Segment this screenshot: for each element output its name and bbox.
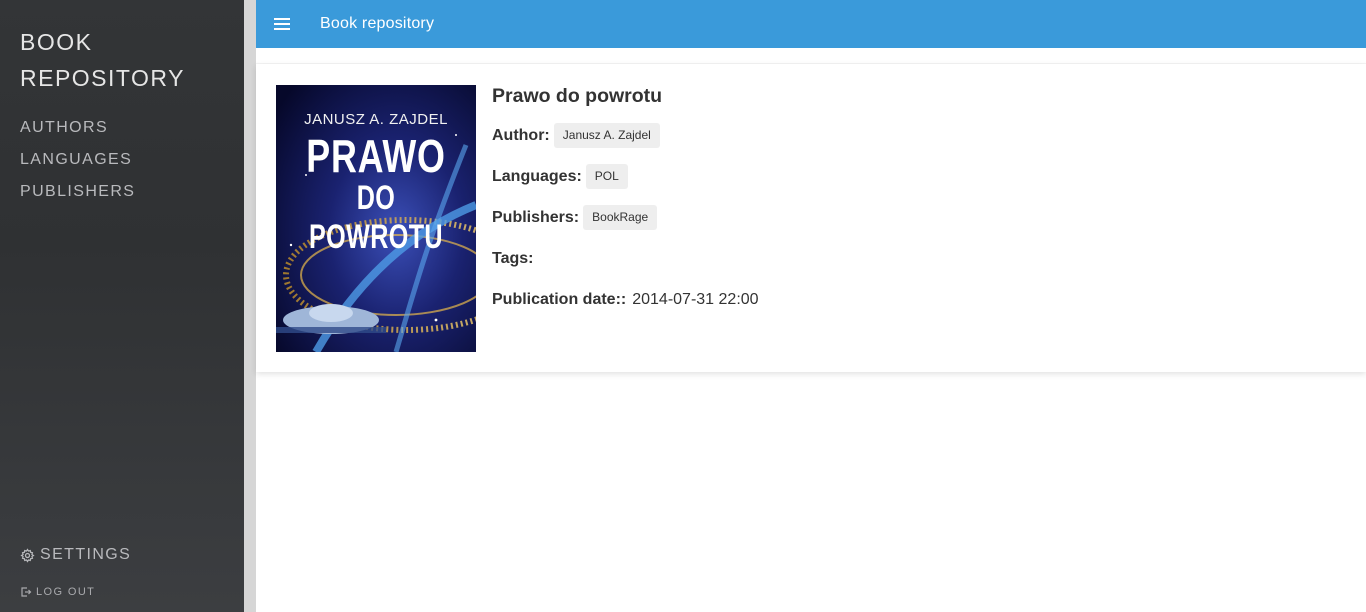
cover-author-text: JANUSZ A. ZAJDEL [304, 111, 448, 128]
publisher-chip[interactable]: BookRage [583, 205, 658, 230]
top-app-bar: Book repository [256, 0, 1366, 48]
sidebar-nav: AUTHORS LANGUAGES PUBLISHERS [20, 112, 135, 208]
main-content: JANUSZ A. ZAJDEL PRAWO DO POWROTU Prawo … [256, 48, 1366, 612]
publishers-row: Publishers: BookRage [492, 204, 759, 231]
sidebar-item-publishers[interactable]: PUBLISHERS [20, 176, 135, 208]
settings-link[interactable]: SETTINGS [20, 546, 131, 564]
logout-link[interactable]: LOG OUT [20, 586, 95, 598]
menu-button[interactable] [256, 0, 308, 48]
logout-icon [20, 586, 32, 598]
author-row: Author: Janusz A. Zajdel [492, 122, 759, 149]
author-chip[interactable]: Janusz A. Zajdel [553, 123, 660, 148]
tags-label: Tags: [492, 249, 534, 267]
gear-icon [20, 547, 35, 563]
sidebar-divider [244, 0, 256, 612]
tags-row: Tags: [492, 245, 759, 272]
sidebar: BOOK REPOSITORY AUTHORS LANGUAGES PUBLIS… [0, 0, 244, 612]
book-card: JANUSZ A. ZAJDEL PRAWO DO POWROTU Prawo … [256, 64, 1366, 372]
settings-label: SETTINGS [40, 546, 132, 563]
language-chip[interactable]: POL [585, 164, 628, 189]
brand-title[interactable]: BOOK REPOSITORY [20, 24, 220, 96]
author-label: Author: [492, 126, 550, 144]
book-title: Prawo do powrotu [492, 85, 663, 107]
cover-title-line1: PRAWO [306, 130, 446, 182]
sidebar-item-authors[interactable]: AUTHORS [20, 112, 135, 144]
publication-date-value: 2014-07-31 22:00 [632, 290, 759, 308]
book-cover-image: JANUSZ A. ZAJDEL PRAWO DO POWROTU [276, 85, 476, 352]
logout-label: LOG OUT [36, 586, 96, 598]
languages-label: Languages: [492, 167, 582, 185]
hamburger-icon [274, 18, 290, 30]
publishers-label: Publishers: [492, 208, 580, 226]
cover-title-line2: DO POWROTU [309, 179, 443, 256]
publication-date-label: Publication date:: [492, 290, 627, 308]
languages-row: Languages: POL [492, 163, 759, 190]
publication-date-row: Publication date:: 2014-07-31 22:00 [492, 286, 759, 313]
sidebar-item-languages[interactable]: LANGUAGES [20, 144, 135, 176]
page-title: Book repository [320, 15, 435, 32]
book-details: Prawo do powrotu Author: Janusz A. Zajde… [492, 84, 759, 327]
